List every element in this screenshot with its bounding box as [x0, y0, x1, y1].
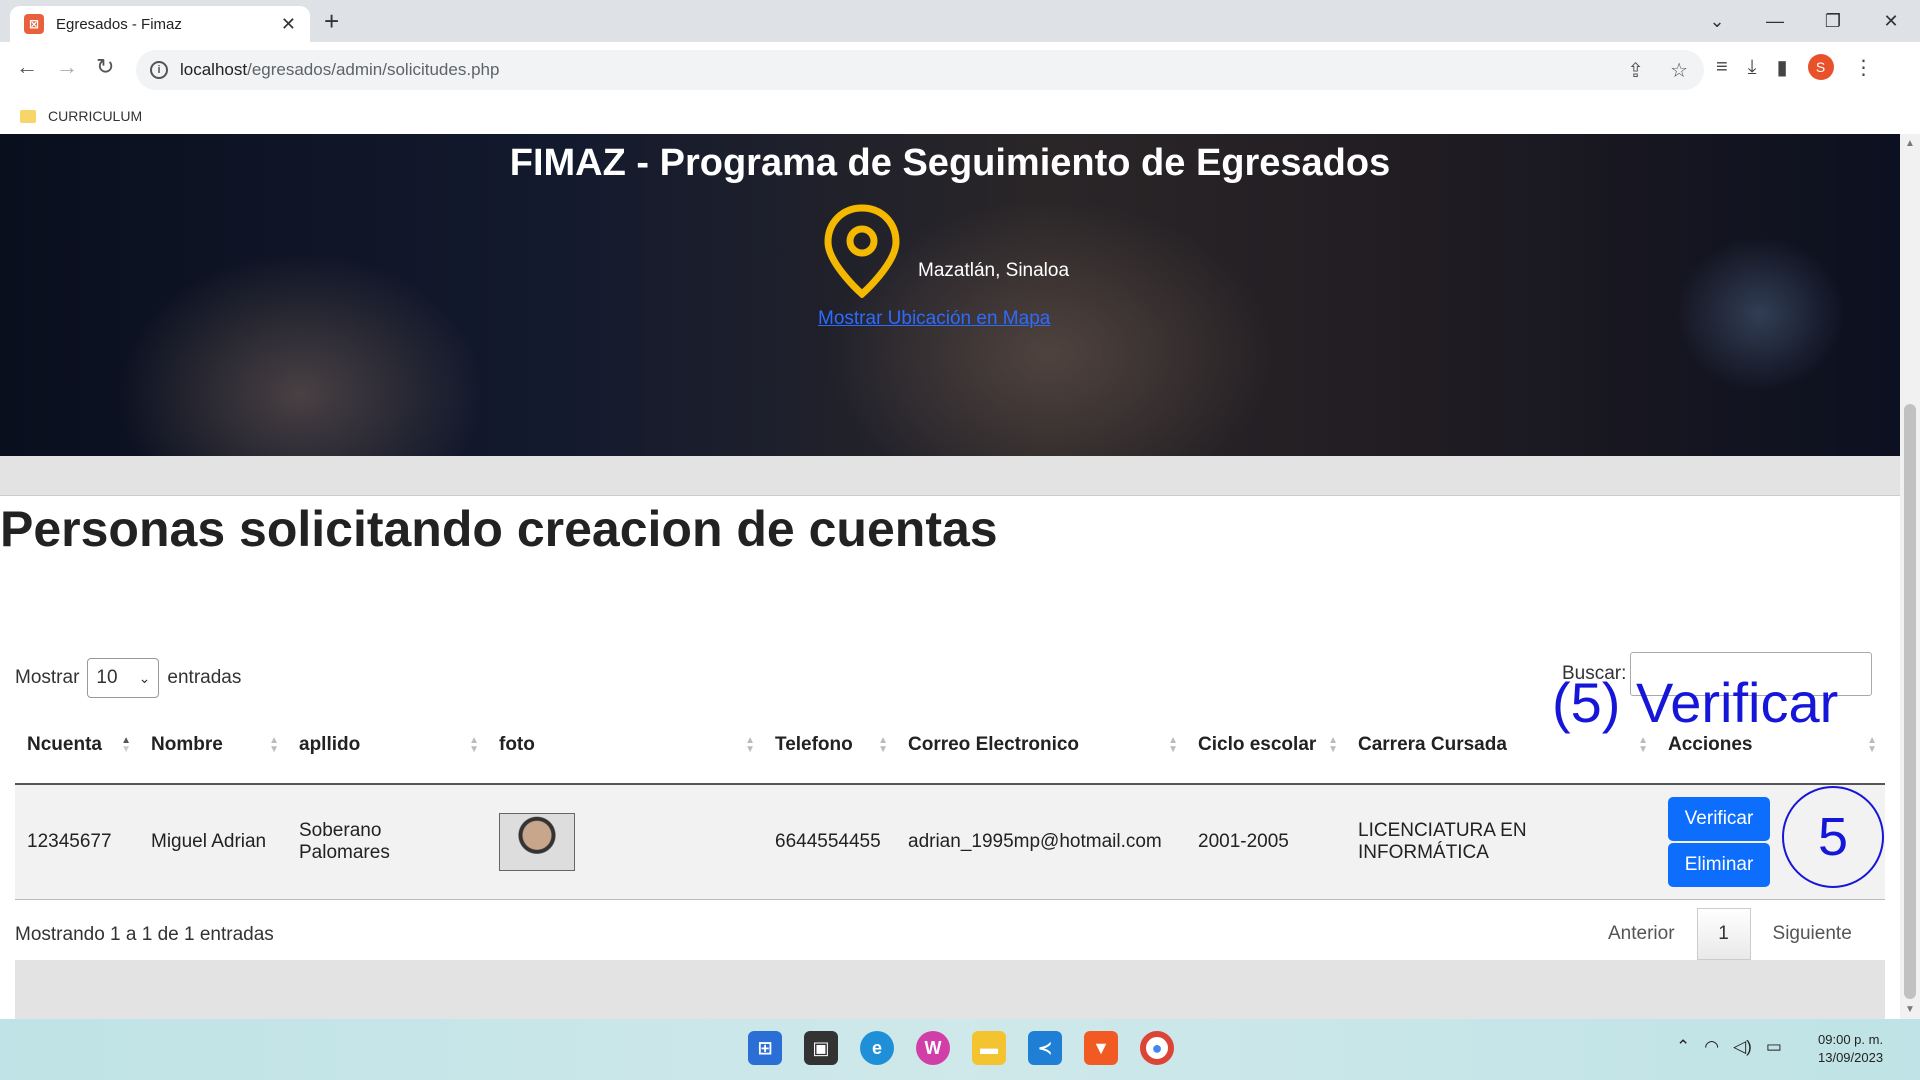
download-icon[interactable]: ⤓: [1748, 56, 1757, 79]
back-icon[interactable]: ←: [16, 54, 38, 80]
windows-start-icon[interactable]: ⊞: [748, 1031, 782, 1065]
next-page-button[interactable]: Siguiente: [1751, 923, 1874, 945]
cell-correo: adrian_1995mp@hotmail.com: [896, 784, 1186, 900]
url-host: localhost: [180, 60, 248, 79]
cell-ncuenta: 12345677: [15, 784, 139, 900]
cell-apellido: Soberano Palomares: [287, 784, 487, 900]
col-ncuenta[interactable]: Ncuenta ▲ ▼: [15, 706, 139, 785]
xampp-icon: ⊠: [24, 14, 44, 34]
col-apellido[interactable]: apllido ▲ ▼: [287, 706, 487, 785]
url-path: /egresados/admin/solicitudes.php: [247, 60, 500, 79]
cell-foto: [487, 784, 763, 900]
vscode-icon[interactable]: ≺: [1028, 1031, 1062, 1065]
side-panel-icon[interactable]: ▮: [1777, 55, 1788, 80]
folder-icon: [20, 109, 36, 123]
col-telefono[interactable]: Telefono ▲ ▼: [763, 706, 896, 785]
verify-button[interactable]: Verificar: [1668, 797, 1770, 841]
tray-chevron-icon[interactable]: ⌃: [1676, 1037, 1690, 1057]
prev-page-button[interactable]: Anterior: [1586, 923, 1697, 945]
delete-button[interactable]: Eliminar: [1668, 843, 1770, 887]
table-row: 12345677 Miguel Adrian Soberano Palomare…: [15, 784, 1885, 900]
bookmark-curriculum[interactable]: CURRICULUM: [48, 108, 142, 124]
new-tab-icon[interactable]: +: [324, 6, 339, 37]
reading-list-icon[interactable]: ≡: [1716, 56, 1728, 79]
table-info: Mostrando 1 a 1 de 1 entradas: [15, 924, 274, 945]
requests-table: Ncuenta ▲ ▼ Nombre ▲ ▼ apllido ▲ ▼ foto ▲ ▼ Tele…: [15, 706, 1885, 900]
task-view-icon[interactable]: ▣: [804, 1031, 838, 1065]
col-correo[interactable]: Correo Electronico ▲ ▼: [896, 706, 1186, 785]
col-nombre[interactable]: Nombre ▲ ▼: [139, 706, 287, 785]
browser-tab[interactable]: ⊠ Egresados - Fimaz ✕: [10, 6, 310, 42]
annotation-label: (5) Verificar: [1552, 671, 1839, 734]
menu-kebab-icon[interactable]: ⋮: [1854, 55, 1874, 80]
share-icon[interactable]: ⇪: [1627, 58, 1644, 83]
page-1-button[interactable]: 1: [1696, 908, 1751, 960]
system-clock[interactable]: 09:00 p. m. 13/09/2023: [1818, 1031, 1883, 1067]
wps-icon[interactable]: W: [916, 1031, 950, 1065]
page-scrollbar[interactable]: ▲ ▼: [1900, 134, 1920, 1019]
clock-date: 13/09/2023: [1818, 1050, 1884, 1065]
minimize-icon[interactable]: —: [1746, 0, 1804, 42]
col-foto[interactable]: foto ▲ ▼: [487, 706, 763, 785]
window-controls: ⌄ — ❐ ✕: [1688, 0, 1920, 42]
footer-band: [15, 960, 1885, 1020]
col-ciclo[interactable]: Ciclo escolar ▲ ▼: [1186, 706, 1346, 785]
wifi-icon[interactable]: ◠: [1704, 1037, 1719, 1057]
url-text: localhost/egresados/admin/solicitudes.ph…: [180, 60, 499, 80]
pagination: Anterior 1 Siguiente: [1586, 908, 1874, 960]
close-tab-icon[interactable]: ✕: [281, 14, 296, 35]
browser-toolbar: ← → ↻ i localhost/egresados/admin/solici…: [0, 42, 1920, 98]
cell-telefono: 6644554455: [763, 784, 896, 900]
cell-nombre: Miguel Adrian: [139, 784, 287, 900]
reload-icon[interactable]: ↻: [96, 54, 114, 80]
forward-icon[interactable]: →: [56, 54, 78, 80]
battery-icon[interactable]: ▭: [1766, 1037, 1782, 1057]
volume-icon[interactable]: ◁): [1733, 1037, 1752, 1057]
bookmark-star-icon[interactable]: ☆: [1670, 58, 1688, 83]
clock-time: 09:00 p. m.: [1818, 1032, 1884, 1047]
annotation-circle: 5: [1782, 786, 1884, 888]
file-explorer-icon[interactable]: ▬: [972, 1031, 1006, 1065]
cell-carrera: LICENCIATURA EN INFORMÁTICA: [1346, 784, 1656, 900]
windows-taskbar: ⊞ ▣ e W ▬ ≺ ▼ ● ⌃ ◠ ◁) ▭ 09:00 p. m. 13/…: [0, 1019, 1920, 1080]
scroll-up-icon[interactable]: ▲: [1905, 138, 1915, 149]
site-info-icon[interactable]: i: [150, 61, 168, 79]
close-window-icon[interactable]: ✕: [1862, 0, 1920, 42]
profile-avatar[interactable]: S: [1807, 54, 1834, 80]
tab-search-icon[interactable]: ⌄: [1688, 0, 1746, 42]
chrome-icon[interactable]: ●: [1140, 1031, 1174, 1065]
tab-title: Egresados - Fimaz: [56, 15, 182, 33]
browser-tab-bar: ⊠ Egresados - Fimaz ✕ + ⌄ — ❐ ✕: [0, 0, 1920, 42]
scroll-thumb[interactable]: [1904, 404, 1916, 999]
scroll-down-icon[interactable]: ▼: [1905, 1004, 1915, 1015]
address-bar[interactable]: i localhost/egresados/admin/solicitudes.…: [136, 50, 1704, 90]
user-photo: [499, 813, 575, 871]
restore-icon[interactable]: ❐: [1804, 0, 1862, 42]
bookmarks-bar: CURRICULUM: [0, 98, 1920, 134]
brave-icon[interactable]: ▼: [1084, 1031, 1118, 1065]
cell-ciclo: 2001-2005: [1186, 784, 1346, 900]
edge-icon[interactable]: e: [860, 1031, 894, 1065]
